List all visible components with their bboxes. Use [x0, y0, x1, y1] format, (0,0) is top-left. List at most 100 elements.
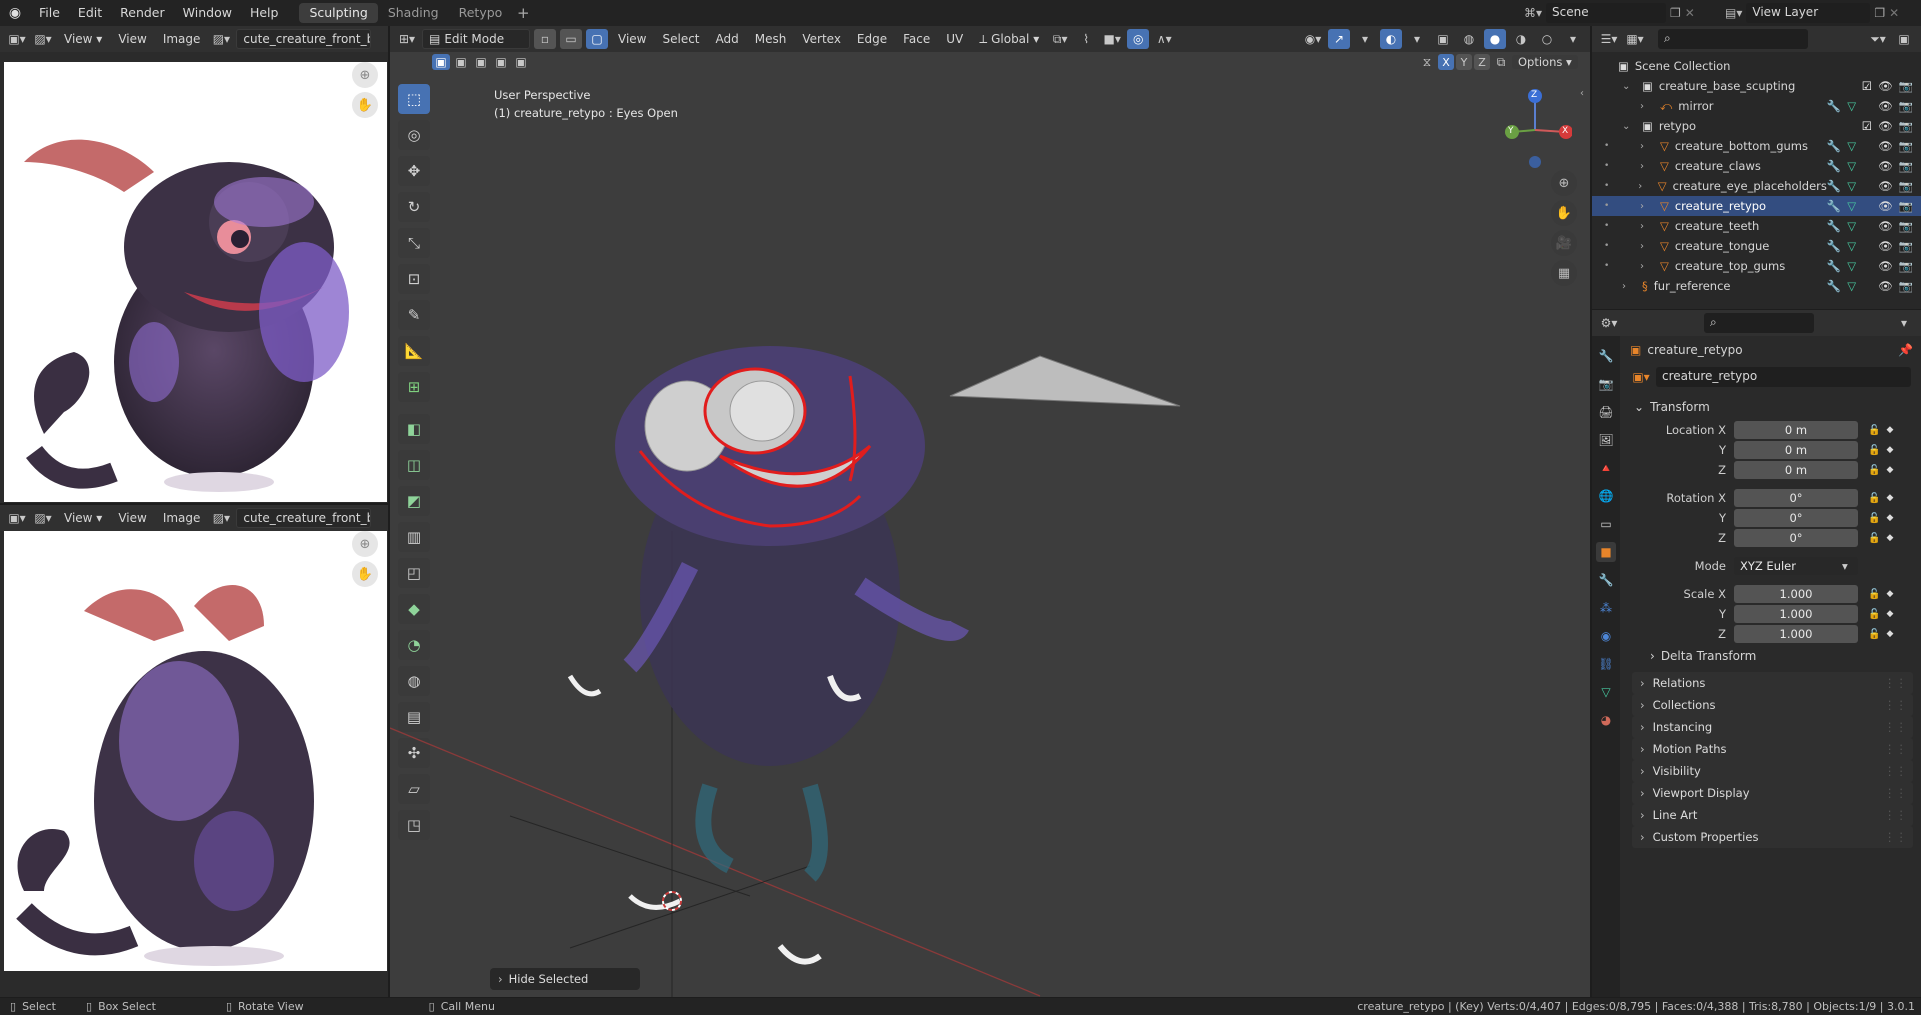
view-mode-dropdown[interactable]: View ▾ [58, 511, 108, 525]
expand-chevron-icon[interactable]: › [1640, 201, 1654, 212]
view-layer-selector[interactable]: ▤▾ View Layer ❐ ✕ [1725, 3, 1919, 23]
mode-field[interactable]: XYZ Euler [1734, 557, 1858, 575]
drag-handle-icon[interactable]: ⋮⋮ [1884, 676, 1907, 690]
object-name-field[interactable]: creature_retypo [1656, 367, 1911, 387]
navigation-gizmo[interactable]: Z Y X [1498, 88, 1573, 168]
object-type-icon[interactable]: ▣▾ [1630, 367, 1652, 387]
outliner-item[interactable]: • › ▽ creature_tongue 🔧 ▽ 👁 📷 [1592, 236, 1921, 256]
lock-icon[interactable]: 🔓 [1868, 629, 1880, 640]
rotation-y-field[interactable]: 0° [1734, 509, 1858, 527]
constraints-tab-icon[interactable]: ⛓ [1596, 654, 1616, 674]
collection-tab-icon[interactable]: ▭ [1596, 514, 1616, 534]
location-x-field[interactable]: 0 m [1734, 421, 1858, 439]
eye-icon[interactable]: 👁 [1878, 259, 1893, 273]
editor-type-icon[interactable]: ☰▾ [1598, 29, 1620, 49]
editor-type-icon[interactable]: ⚙▾ [1598, 313, 1620, 333]
image-browse-icon[interactable]: ▨▾ [210, 29, 232, 49]
eye-icon[interactable]: 👁 [1878, 179, 1893, 193]
tab-sculpting[interactable]: Sculpting [299, 3, 378, 23]
rotation-x-field[interactable]: 0° [1734, 489, 1858, 507]
lock-icon[interactable]: 🔓 [1868, 533, 1880, 544]
material-tab-icon[interactable]: ◕ [1596, 710, 1616, 730]
camera-icon[interactable]: 📷 [1899, 159, 1913, 173]
camera-icon[interactable]: 📷 [1899, 259, 1913, 273]
close-view-layer-icon[interactable]: ✕ [1889, 6, 1899, 20]
eye-icon[interactable]: 👁 [1878, 239, 1893, 253]
location-z-field[interactable]: 0 m [1734, 461, 1858, 479]
expand-chevron-icon[interactable]: ⌄ [1622, 121, 1636, 132]
menu-window[interactable]: Window [174, 0, 241, 26]
menu-image[interactable]: Image [157, 32, 207, 46]
keyframe-dot-icon[interactable]: ◆ [1886, 629, 1893, 639]
view-mode-dropdown[interactable]: View ▾ [58, 32, 108, 46]
display-mode-icon[interactable]: ▦▾ [1624, 29, 1646, 49]
drag-handle-icon[interactable]: ⋮⋮ [1884, 764, 1907, 778]
expand-chevron-icon[interactable]: › [1640, 241, 1654, 252]
expand-chevron-icon[interactable]: › [1640, 161, 1654, 172]
drag-handle-icon[interactable]: ⋮⋮ [1884, 742, 1907, 756]
image-mode-icon[interactable]: ▨▾ [32, 29, 54, 49]
outliner-item[interactable]: ⌄ ▣ retypo ☑ 👁 📷 [1592, 116, 1921, 136]
eye-icon[interactable]: 👁 [1878, 219, 1893, 233]
outliner-search[interactable]: ⌕ [1658, 29, 1808, 49]
modifier-tab-icon[interactable]: 🔧 [1596, 570, 1616, 590]
zoom-icon[interactable]: ⊕ [352, 531, 378, 557]
drag-handle-icon[interactable]: ⋮⋮ [1884, 786, 1907, 800]
keyframe-dot-icon[interactable]: ◆ [1886, 465, 1893, 475]
outliner-item[interactable]: • › ▽ creature_teeth 🔧 ▽ 👁 📷 [1592, 216, 1921, 236]
render-tab-icon[interactable]: 📷 [1596, 374, 1616, 394]
drag-handle-icon[interactable]: ⋮⋮ [1884, 830, 1907, 844]
outliner-item[interactable]: • › ▽ creature_claws 🔧 ▽ 👁 📷 [1592, 156, 1921, 176]
outliner-item[interactable]: • › ▽ creature_eye_placeholders 🔧 ▽ 👁 📷 [1592, 176, 1921, 196]
camera-icon[interactable]: 📷 [1899, 199, 1913, 213]
pan-hand-icon[interactable]: ✋ [352, 561, 378, 587]
properties-search[interactable]: ⌕ [1704, 313, 1814, 333]
chevron-down-icon[interactable]: ⌄ [1634, 400, 1644, 414]
view-layer-tab-icon[interactable]: 🖼 [1596, 430, 1616, 450]
menu-image[interactable]: Image [157, 511, 207, 525]
lock-icon[interactable]: 🔓 [1868, 609, 1880, 620]
pan-hand-icon[interactable]: ✋ [352, 92, 378, 118]
world-tab-icon[interactable]: 🌐 [1596, 486, 1616, 506]
tab-shading[interactable]: Shading [378, 3, 449, 23]
panel-viewport-display[interactable]: › Viewport Display ⋮⋮ [1632, 782, 1913, 804]
object-tab-icon[interactable]: ■ [1596, 542, 1616, 562]
checkbox-icon[interactable]: ☑ [1862, 79, 1872, 93]
rotation-z-field[interactable]: 0° [1734, 529, 1858, 547]
eye-icon[interactable]: 👁 [1878, 279, 1893, 293]
outliner-item[interactable]: ⌄ ▣ creature_base_scupting ☑ 👁 📷 [1592, 76, 1921, 96]
scale-x-field[interactable]: 1.000 [1734, 585, 1858, 603]
camera-icon[interactable]: 📷 [1899, 279, 1913, 293]
keyframe-dot-icon[interactable]: ◆ [1886, 533, 1893, 543]
lock-icon[interactable]: 🔓 [1868, 425, 1880, 436]
creature-mesh[interactable] [567, 346, 1181, 965]
expand-chevron-icon[interactable]: ⌄ [1622, 81, 1636, 92]
scene-tab-icon[interactable]: 🔺 [1596, 458, 1616, 478]
camera-icon[interactable]: 📷 [1899, 219, 1913, 233]
output-tab-icon[interactable]: 🖨 [1596, 402, 1616, 422]
panel-motion-paths[interactable]: › Motion Paths ⋮⋮ [1632, 738, 1913, 760]
keyframe-dot-icon[interactable]: ◆ [1886, 425, 1893, 435]
drag-handle-icon[interactable]: ⋮⋮ [1884, 720, 1907, 734]
menu-edit[interactable]: Edit [69, 0, 111, 26]
particles-tab-icon[interactable]: ⁂ [1596, 598, 1616, 618]
tool-tab-icon[interactable]: 🔧 [1596, 346, 1616, 366]
panel-custom-properties[interactable]: › Custom Properties ⋮⋮ [1632, 826, 1913, 848]
camera-icon[interactable]: 📷 [1899, 179, 1913, 193]
sidebar-toggle-icon[interactable]: ‹ [1580, 88, 1584, 99]
view-layer-field[interactable]: View Layer [1746, 3, 1871, 23]
menu-help[interactable]: Help [241, 0, 288, 26]
chevron-right-icon[interactable]: › [1650, 649, 1655, 663]
pan-hand-icon[interactable]: ✋ [1551, 200, 1577, 226]
image-mode-icon[interactable]: ▨▾ [32, 508, 54, 528]
eye-icon[interactable]: 👁 [1878, 119, 1893, 133]
scene-selector[interactable]: ⌘▾ Scene ❐ ✕ [1524, 3, 1712, 23]
expand-chevron-icon[interactable]: › [1640, 141, 1654, 152]
outliner-root[interactable]: ▣ Scene Collection [1592, 56, 1921, 76]
zoom-icon[interactable]: ⊕ [352, 62, 378, 88]
grid-icon[interactable]: ▦ [1551, 260, 1577, 286]
expand-chevron-icon[interactable]: › [1640, 101, 1654, 112]
viewport-3d[interactable]: ⊞▾ ▤ Edit Mode ▫ ▭ ▢ View Select Add Mesh… [390, 26, 1590, 997]
eye-icon[interactable]: 👁 [1878, 79, 1893, 93]
drag-handle-icon[interactable]: ⋮⋮ [1884, 698, 1907, 712]
